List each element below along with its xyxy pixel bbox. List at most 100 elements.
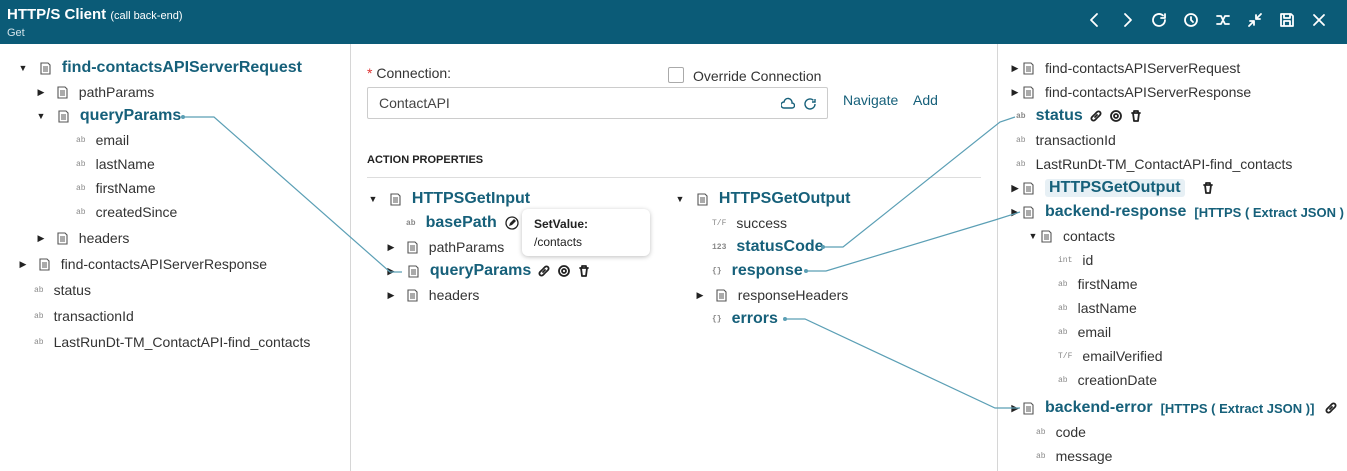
input-headers[interactable]: ▶ headers: [384, 284, 480, 306]
gear-icon[interactable]: [557, 264, 571, 278]
document-icon: [39, 61, 52, 75]
connection-field[interactable]: ContactAPI: [367, 87, 828, 119]
tree-leaf-lastrun[interactable]: ab LastRunDt-TM_ContactAPI-find_contacts: [34, 331, 310, 353]
output-errors[interactable]: {} errors: [712, 308, 778, 330]
right-error-code[interactable]: ab code: [1036, 421, 1086, 443]
edit-icon[interactable]: [505, 216, 519, 230]
document-icon: [406, 240, 419, 254]
tree-node-queryparams[interactable]: ▼ queryParams: [34, 105, 182, 127]
right-error-message[interactable]: ab message: [1036, 445, 1112, 467]
document-icon: [1040, 229, 1053, 243]
string-type-icon: ab: [1036, 451, 1046, 461]
string-type-icon: ab: [34, 311, 44, 321]
mapping-line: [785, 318, 1020, 409]
divider: [350, 44, 351, 471]
chevron-right-icon[interactable]: [1118, 11, 1140, 33]
string-type-icon: ab: [1016, 159, 1026, 169]
right-field-firstname[interactable]: ab firstName: [1058, 273, 1138, 295]
navigate-link[interactable]: Navigate: [843, 92, 898, 108]
right-httpsgetoutput[interactable]: ▶ HTTPSGetOutput: [1008, 177, 1215, 199]
string-type-icon: ab: [1016, 111, 1026, 121]
link-icon[interactable]: [1089, 109, 1103, 123]
window-title: HTTP/S Client (call back-end): [7, 6, 183, 23]
https-get-output[interactable]: ▼ HTTPSGetOutput: [673, 188, 851, 210]
right-backend-response[interactable]: ▶ backend-response [HTTPS ( Extract JSON ): [1008, 201, 1344, 223]
close-icon[interactable]: [1310, 11, 1332, 33]
https-get-input[interactable]: ▼ HTTPSGetInput: [366, 188, 531, 210]
tree-node-request[interactable]: ▼ find-contactsAPIServerRequest: [16, 57, 302, 79]
chevron-left-icon[interactable]: [1086, 11, 1108, 33]
right-field-id[interactable]: int id: [1058, 249, 1093, 271]
output-responseheaders[interactable]: ▶ responseHeaders: [693, 284, 849, 306]
right-transactionid[interactable]: ab transactionId: [1016, 129, 1116, 151]
trash-icon[interactable]: [1201, 181, 1215, 195]
right-field-lastname[interactable]: ab lastName: [1058, 297, 1137, 319]
document-icon: [389, 192, 402, 206]
string-type-icon: ab: [406, 218, 416, 228]
link-icon[interactable]: [1324, 401, 1338, 415]
document-icon: [38, 257, 51, 271]
history-icon[interactable]: [1182, 11, 1204, 33]
cloud-icon[interactable]: [781, 97, 795, 111]
tree-leaf-lastname[interactable]: ab lastName: [76, 153, 155, 175]
add-link[interactable]: Add: [913, 92, 938, 108]
gear-icon[interactable]: [1109, 109, 1123, 123]
right-contacts[interactable]: ▼ contacts: [1026, 225, 1116, 247]
string-type-icon: ab: [1058, 375, 1068, 385]
header-bar: HTTP/S Client (call back-end) Get: [0, 0, 1347, 44]
document-icon: [407, 264, 420, 278]
setvalue-tooltip: SetValue:/contacts: [522, 209, 650, 256]
mapping-line: [806, 211, 1021, 272]
trash-icon[interactable]: [1129, 109, 1143, 123]
document-icon: [715, 288, 728, 302]
tree-node-pathparams[interactable]: ▶ pathParams: [34, 81, 155, 103]
right-lastrun[interactable]: ab LastRunDt-TM_ContactAPI-find_contacts: [1016, 153, 1292, 175]
string-type-icon: ab: [76, 183, 86, 193]
refresh-icon[interactable]: [803, 97, 817, 111]
right-field-creationdate[interactable]: ab creationDate: [1058, 369, 1157, 391]
save-icon[interactable]: [1278, 11, 1300, 33]
output-response[interactable]: {} response: [712, 260, 803, 282]
window-subtitle: Get: [7, 27, 25, 39]
refresh-icon[interactable]: [1150, 11, 1172, 33]
collapse-icon[interactable]: [1246, 11, 1268, 33]
document-icon: [1022, 61, 1035, 75]
output-statuscode[interactable]: 123 statusCode: [712, 236, 824, 258]
string-type-icon: ab: [76, 135, 86, 145]
tree-leaf-email[interactable]: ab email: [76, 129, 129, 151]
string-type-icon: ab: [1016, 135, 1026, 145]
document-icon: [406, 288, 419, 302]
right-status[interactable]: ab status: [1016, 105, 1143, 127]
section-divider: [367, 177, 981, 178]
override-checkbox[interactable]: [668, 67, 684, 83]
tree-leaf-createdsince[interactable]: ab createdSince: [76, 201, 177, 223]
string-type-icon: ab: [1058, 303, 1068, 313]
mapping-icon[interactable]: [1214, 11, 1236, 33]
trash-icon[interactable]: [577, 264, 591, 278]
link-icon[interactable]: [537, 264, 551, 278]
tree-node-headers[interactable]: ▶ headers: [34, 227, 130, 249]
input-pathparams[interactable]: ▶ pathParams: [384, 236, 505, 258]
string-type-icon: ab: [1036, 427, 1046, 437]
tree-node-response[interactable]: ▶ find-contactsAPIServerResponse: [16, 253, 267, 275]
right-response[interactable]: ▶ find-contactsAPIServerResponse: [1008, 81, 1252, 103]
number-type-icon: 123: [712, 242, 727, 252]
document-icon: [1022, 85, 1035, 99]
right-backend-error[interactable]: ▶ backend-error [HTTPS ( Extract JSON )]: [1008, 397, 1338, 419]
output-success[interactable]: T/F success: [712, 212, 787, 234]
tree-leaf-transactionid[interactable]: ab transactionId: [34, 305, 134, 327]
int-type-icon: int: [1058, 255, 1073, 265]
override-label: Override Connection: [693, 68, 822, 84]
boolean-type-icon: T/F: [712, 218, 727, 228]
tree-leaf-status[interactable]: ab status: [34, 279, 91, 301]
basepath-field[interactable]: ab basePath: [406, 212, 519, 234]
divider: [997, 44, 998, 471]
input-queryparams[interactable]: ▶ queryParams: [384, 260, 591, 282]
document-icon: [57, 109, 70, 123]
right-field-emailverified[interactable]: T/F emailVerified: [1058, 345, 1163, 367]
tree-leaf-firstname[interactable]: ab firstName: [76, 177, 156, 199]
right-field-email[interactable]: ab email: [1058, 321, 1111, 343]
right-request[interactable]: ▶ find-contactsAPIServerRequest: [1008, 57, 1241, 79]
string-type-icon: ab: [76, 207, 86, 217]
connection-label: * Connection:: [367, 65, 452, 81]
